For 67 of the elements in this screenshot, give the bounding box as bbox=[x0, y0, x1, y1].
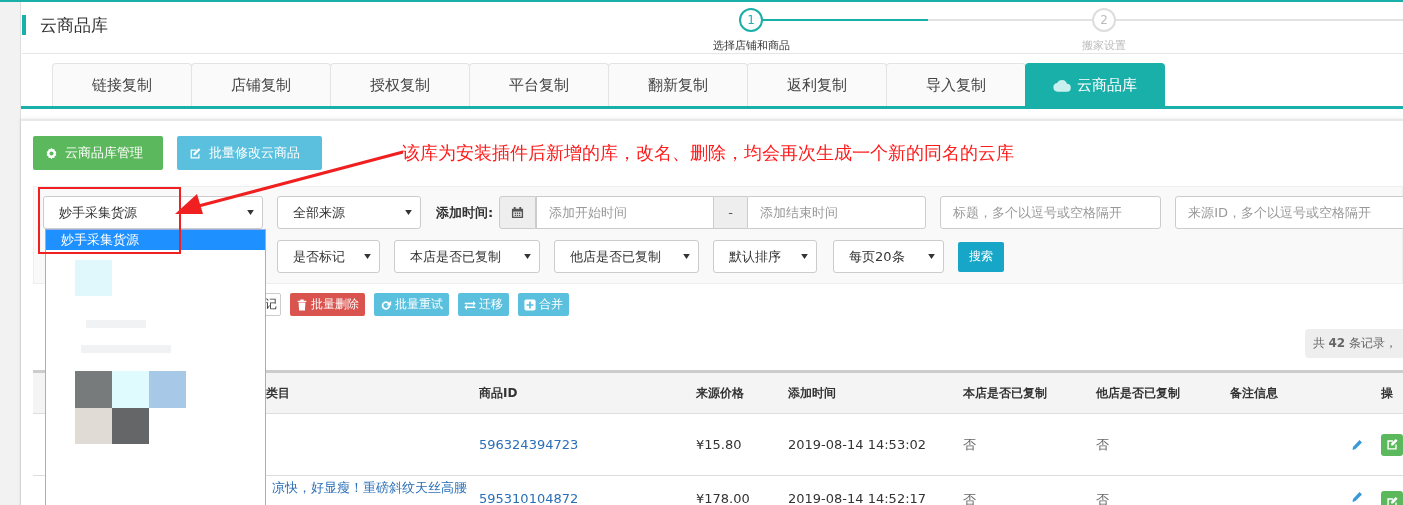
caret-icon bbox=[524, 254, 531, 259]
table-cell: 否 bbox=[963, 491, 976, 505]
caret-icon bbox=[801, 254, 808, 259]
caret-icon bbox=[928, 254, 935, 259]
select-field[interactable]: 全部来源 bbox=[277, 196, 421, 229]
start-time-field[interactable]: 添加开始时间 bbox=[536, 196, 715, 229]
tab[interactable]: 授权复制 bbox=[330, 63, 470, 106]
tab[interactable]: 导入复制 bbox=[886, 63, 1026, 106]
product-id-link[interactable]: 596324394723 bbox=[479, 437, 579, 452]
select-field[interactable]: 他店是否已复制 bbox=[554, 240, 699, 273]
title-search-field[interactable]: 标题，多个以逗号或空格隔开 bbox=[940, 196, 1162, 229]
product-id-link[interactable]: 595310104872 bbox=[479, 491, 579, 505]
table-cell: 2019-08-14 14:53:02 bbox=[788, 437, 927, 452]
tab[interactable]: 平台复制 bbox=[469, 63, 609, 106]
column-header: 类目 bbox=[266, 384, 291, 402]
range-separator: - bbox=[714, 196, 748, 229]
tab[interactable]: 返利复制 bbox=[747, 63, 887, 106]
edit-button[interactable] bbox=[1381, 433, 1403, 456]
column-header: 备注信息 bbox=[1230, 384, 1279, 402]
tab[interactable]: 翻新复制 bbox=[608, 63, 748, 106]
edit-icon bbox=[189, 146, 202, 160]
time-label: 添加时间: bbox=[436, 203, 494, 222]
select-field[interactable]: 本店是否已复制 bbox=[394, 240, 540, 273]
column-header: 添加时间 bbox=[788, 384, 837, 402]
bulk-action-button[interactable]: 批量删除 bbox=[290, 293, 365, 316]
record-count: 共 42 条记录， bbox=[1304, 329, 1403, 358]
trash-icon bbox=[296, 298, 308, 311]
column-header: 操 bbox=[1381, 384, 1394, 402]
product-title-link[interactable]: 凉快，好显瘦！重磅斜纹天丝高腰 bbox=[272, 479, 467, 497]
step-number: 2 bbox=[1092, 8, 1116, 32]
end-time-field[interactable]: 添加结束时间 bbox=[747, 196, 927, 229]
caret-icon bbox=[247, 210, 254, 215]
select-field[interactable]: 是否标记 bbox=[277, 240, 380, 273]
table-cell: 否 bbox=[963, 435, 976, 454]
caret-icon bbox=[364, 254, 371, 259]
select-field[interactable]: 每页20条 bbox=[833, 240, 944, 273]
pencil-icon[interactable] bbox=[1351, 438, 1363, 451]
step-number: 1 bbox=[739, 8, 763, 32]
table-cell: ¥178.00 bbox=[696, 491, 750, 505]
table-cell: ¥15.80 bbox=[696, 437, 742, 452]
column-header: 本店是否已复制 bbox=[963, 384, 1048, 402]
source-id-field[interactable]: 来源ID，多个以逗号或空格隔开 bbox=[1175, 196, 1403, 229]
gear-icon bbox=[45, 146, 58, 160]
table-cell: 2019-08-14 14:52:17 bbox=[788, 491, 927, 505]
plus-square-icon bbox=[524, 298, 536, 311]
select-field[interactable]: 妙手采集货源 bbox=[43, 196, 263, 229]
caret-icon bbox=[405, 210, 412, 215]
tab[interactable]: 店铺复制 bbox=[191, 63, 331, 106]
column-header: 他店是否已复制 bbox=[1096, 384, 1181, 402]
column-header: 商品ID bbox=[479, 384, 519, 402]
table-cell: 否 bbox=[1096, 435, 1109, 454]
cloud-icon bbox=[1053, 78, 1071, 92]
column-header: 来源价格 bbox=[696, 384, 745, 402]
edit-icon bbox=[1385, 438, 1399, 451]
edit-icon bbox=[1385, 495, 1399, 505]
calendar-icon bbox=[511, 206, 525, 219]
caret-icon bbox=[683, 254, 690, 259]
refresh-icon bbox=[380, 298, 392, 311]
select-field[interactable]: 默认排序 bbox=[713, 240, 817, 273]
page-title: 云商品库 bbox=[22, 15, 108, 35]
step-label: 搬家设置 bbox=[1082, 38, 1126, 53]
step-label: 选择店铺和商品 bbox=[712, 38, 790, 53]
pencil-icon[interactable] bbox=[1351, 491, 1363, 503]
swap-arrows-icon bbox=[464, 298, 476, 311]
tab[interactable]: 链接复制 bbox=[52, 63, 192, 106]
table-cell: 否 bbox=[1096, 491, 1109, 505]
annotation-text: 该库为安装插件后新增的库，改名、删除，均会再次生成一个新的同名的云库 bbox=[402, 141, 1014, 165]
